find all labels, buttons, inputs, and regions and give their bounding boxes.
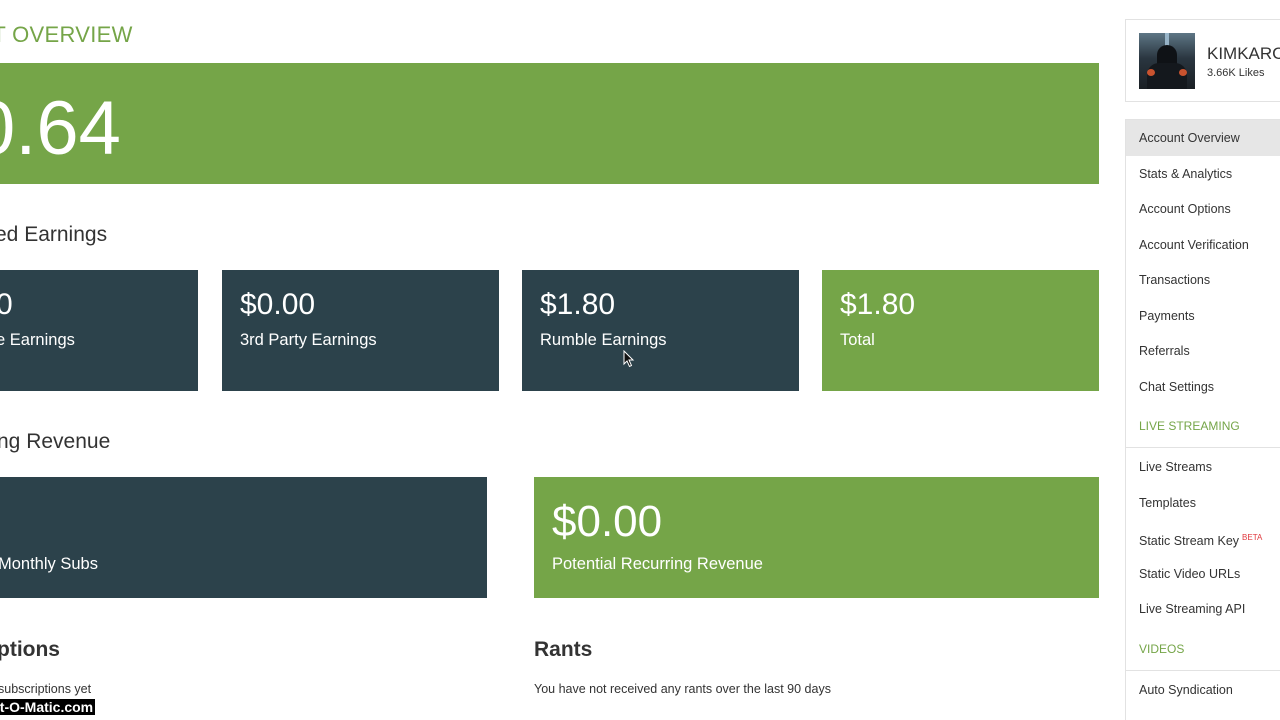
sidebar-item-label: Static Stream Key — [1139, 534, 1240, 549]
beta-badge: BETA — [1242, 533, 1263, 542]
sidebar-item-payments[interactable]: Payments — [1126, 298, 1280, 334]
sidebar-item-transactions[interactable]: Transactions — [1126, 262, 1280, 298]
earnings-card-value: $1.80 — [840, 288, 916, 321]
total-earnings-card: $1.80 Total — [822, 270, 1099, 391]
sidebar-item-live-streams[interactable]: Live Streams — [1126, 449, 1280, 485]
avatar — [1139, 33, 1195, 89]
sidebar-section-videos: VIDEOS — [1126, 631, 1280, 671]
sidebar-section-live-streaming: LIVE STREAMING — [1126, 408, 1280, 448]
balance-card: 0.64 — [0, 63, 1099, 184]
potential-recurring-label: Potential Recurring Revenue — [552, 555, 763, 573]
balance-value: 0.64 — [0, 86, 121, 171]
earnings-card-label: Total — [840, 331, 875, 349]
earnings-heading: ed Earnings — [0, 223, 108, 246]
earnings-card-label: e Earnings — [0, 331, 75, 349]
subscriptions-heading: ptions — [0, 638, 60, 661]
profile-card[interactable]: KIMKARC 3.66K Likes — [1125, 19, 1280, 102]
sidebar-item-static-video-urls[interactable]: Static Video URLs — [1126, 556, 1280, 592]
monthly-subs-card: Monthly Subs — [0, 477, 487, 598]
subscriptions-note: subscriptions yet — [0, 682, 92, 696]
sidebar-item-account-overview[interactable]: Account Overview — [1126, 120, 1280, 156]
sidebar-item-static-stream-key[interactable]: Static Stream Key BETA — [1126, 520, 1280, 556]
main-content: UNT OVERVIEW 0.64 ed Earnings 0 e Earnin… — [0, 0, 1110, 720]
sidebar-item-auto-syndication[interactable]: Auto Syndication — [1126, 672, 1280, 708]
earnings-card-value: $0.00 — [240, 288, 316, 321]
sidebar-item-account-verification[interactable]: Account Verification — [1126, 227, 1280, 263]
potential-recurring-value: $0.00 — [552, 497, 663, 546]
earnings-card-1: 0 e Earnings — [0, 270, 198, 391]
earnings-card-value: $1.80 — [540, 288, 616, 321]
profile-name: KIMKARC — [1207, 44, 1280, 63]
potential-recurring-card: $0.00 Potential Recurring Revenue — [534, 477, 1099, 598]
sidebar: KIMKARC 3.66K Likes Account Overview Sta… — [1125, 19, 1280, 720]
profile-likes: 3.66K Likes — [1207, 67, 1265, 79]
monthly-subs-label: Monthly Subs — [0, 555, 98, 573]
recurring-heading: ng Revenue — [0, 430, 111, 453]
page-title: UNT OVERVIEW — [0, 22, 133, 47]
earnings-card-label: Rumble Earnings — [540, 331, 667, 349]
earnings-card-value: 0 — [0, 288, 13, 321]
sidebar-item-live-streaming-api[interactable]: Live Streaming API — [1126, 591, 1280, 627]
mouse-pointer-icon — [623, 350, 635, 368]
earnings-card-label: 3rd Party Earnings — [240, 331, 377, 349]
sidebar-item-account-options[interactable]: Account Options — [1126, 191, 1280, 227]
sidebar-item-templates[interactable]: Templates — [1126, 485, 1280, 521]
sidebar-item-referrals[interactable]: Referrals — [1126, 333, 1280, 369]
sidebar-nav: Account Overview Stats & Analytics Accou… — [1125, 119, 1280, 720]
watermark: st-O-Matic.com — [0, 699, 96, 715]
rumble-earnings-card: $1.80 Rumble Earnings — [522, 270, 799, 391]
sidebar-item-chat-settings[interactable]: Chat Settings — [1126, 369, 1280, 405]
sidebar-item-stats-analytics[interactable]: Stats & Analytics — [1126, 156, 1280, 192]
rants-heading: Rants — [534, 638, 593, 661]
third-party-earnings-card: $0.00 3rd Party Earnings — [222, 270, 499, 391]
rants-note: You have not received any rants over the… — [534, 682, 831, 696]
